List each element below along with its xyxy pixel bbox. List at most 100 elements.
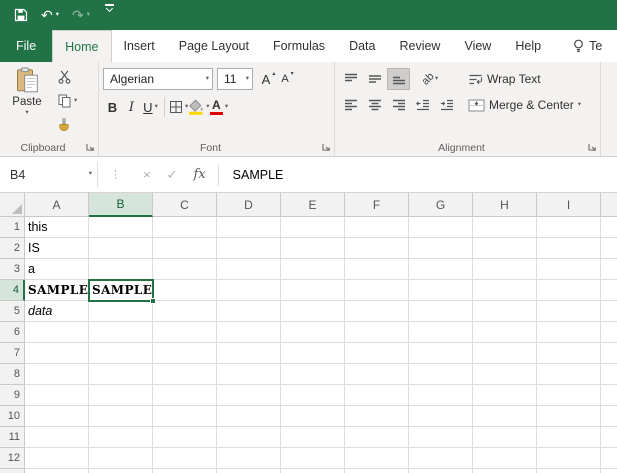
cell-J12[interactable] xyxy=(601,448,617,469)
wrap-text-button[interactable]: Wrap Text xyxy=(465,72,544,86)
cell-B11[interactable] xyxy=(89,427,153,448)
tab-view[interactable]: View xyxy=(452,30,503,62)
customize-quick-access-button[interactable] xyxy=(99,4,120,26)
cell-G11[interactable] xyxy=(409,427,473,448)
align-left-button[interactable] xyxy=(339,94,362,116)
save-button[interactable] xyxy=(10,4,32,26)
cell-D12[interactable] xyxy=(217,448,281,469)
cell-J4[interactable] xyxy=(601,280,617,301)
cell-A5[interactable]: data xyxy=(25,301,89,322)
select-all-button[interactable] xyxy=(0,193,25,217)
cell-F5[interactable] xyxy=(345,301,409,322)
cell-G13[interactable] xyxy=(409,469,473,473)
row-header-8[interactable]: 8 xyxy=(0,364,25,385)
cell-B4[interactable]: SAMPLE xyxy=(89,280,153,301)
cell-J9[interactable] xyxy=(601,385,617,406)
cell-A8[interactable] xyxy=(25,364,89,385)
cell-J11[interactable] xyxy=(601,427,617,448)
cell-A12[interactable] xyxy=(25,448,89,469)
cell-J8[interactable] xyxy=(601,364,617,385)
paste-button[interactable]: Paste ▾ xyxy=(4,65,50,137)
cell-A4[interactable]: SAMPLE xyxy=(25,280,89,301)
undo-button[interactable]: ↶ ▾ xyxy=(37,4,63,26)
cell-I4[interactable] xyxy=(537,280,601,301)
cell-D1[interactable] xyxy=(217,217,281,238)
cell-B6[interactable] xyxy=(89,322,153,343)
column-header-A[interactable]: A xyxy=(25,193,89,217)
cell-C1[interactable] xyxy=(153,217,217,238)
increase-font-size-button[interactable]: A ▴ xyxy=(259,68,278,90)
tab-help[interactable]: Help xyxy=(503,30,553,62)
cell-I12[interactable] xyxy=(537,448,601,469)
name-box[interactable]: B4 ▾ xyxy=(0,161,98,188)
cell-F3[interactable] xyxy=(345,259,409,280)
cell-E8[interactable] xyxy=(281,364,345,385)
cell-H3[interactable] xyxy=(473,259,537,280)
cell-E13[interactable] xyxy=(281,469,345,473)
dropdown-icon[interactable]: ▾ xyxy=(243,75,249,83)
cell-H5[interactable] xyxy=(473,301,537,322)
cell-A13[interactable] xyxy=(25,469,89,473)
bottom-align-button[interactable] xyxy=(387,68,410,90)
cell-H6[interactable] xyxy=(473,322,537,343)
cell-E12[interactable] xyxy=(281,448,345,469)
cell-I9[interactable] xyxy=(537,385,601,406)
formula-input[interactable]: SAMPLE xyxy=(223,168,284,182)
cell-F6[interactable] xyxy=(345,322,409,343)
cell-B13[interactable] xyxy=(89,469,153,473)
cell-G9[interactable] xyxy=(409,385,473,406)
format-painter-button[interactable] xyxy=(55,113,80,137)
cell-C13[interactable] xyxy=(153,469,217,473)
column-header-G[interactable]: G xyxy=(409,193,473,217)
middle-align-button[interactable] xyxy=(363,68,386,90)
row-header-6[interactable]: 6 xyxy=(0,322,25,343)
column-header-H[interactable]: H xyxy=(473,193,537,217)
cell-C12[interactable] xyxy=(153,448,217,469)
dropdown-icon[interactable]: ▾ xyxy=(25,109,28,117)
cell-F7[interactable] xyxy=(345,343,409,364)
cell-C3[interactable] xyxy=(153,259,217,280)
tab-home[interactable]: Home xyxy=(52,30,112,62)
font-size-combo[interactable]: 11 ▾ xyxy=(217,68,253,90)
cell-C8[interactable] xyxy=(153,364,217,385)
cell-D3[interactable] xyxy=(217,259,281,280)
cell-H11[interactable] xyxy=(473,427,537,448)
borders-button[interactable]: ▾ xyxy=(169,96,188,118)
cell-F2[interactable] xyxy=(345,238,409,259)
row-header-10[interactable]: 10 xyxy=(0,406,25,427)
row-header-2[interactable]: 2 xyxy=(0,238,25,259)
cell-G4[interactable] xyxy=(409,280,473,301)
cell-H1[interactable] xyxy=(473,217,537,238)
cell-G2[interactable] xyxy=(409,238,473,259)
bold-button[interactable]: B xyxy=(103,96,122,118)
decrease-font-size-button[interactable]: A ▾ xyxy=(278,68,297,90)
dropdown-icon[interactable]: ▾ xyxy=(87,11,90,19)
cell-A2[interactable]: IS xyxy=(25,238,89,259)
dropdown-icon[interactable]: ▾ xyxy=(74,97,77,105)
merge-center-button[interactable]: Merge & Center ▾ xyxy=(465,98,584,112)
fill-handle[interactable] xyxy=(150,298,156,304)
font-color-button[interactable]: A ▾ xyxy=(209,96,229,118)
cell-B3[interactable] xyxy=(89,259,153,280)
cell-F1[interactable] xyxy=(345,217,409,238)
cell-A7[interactable] xyxy=(25,343,89,364)
cell-D2[interactable] xyxy=(217,238,281,259)
row-header-4[interactable]: 4 xyxy=(0,280,25,301)
font-dialog-launcher[interactable] xyxy=(321,142,331,152)
cell-D13[interactable] xyxy=(217,469,281,473)
cell-A9[interactable] xyxy=(25,385,89,406)
cell-C11[interactable] xyxy=(153,427,217,448)
cell-E11[interactable] xyxy=(281,427,345,448)
cell-F10[interactable] xyxy=(345,406,409,427)
cell-F9[interactable] xyxy=(345,385,409,406)
cell-B9[interactable] xyxy=(89,385,153,406)
cell-D5[interactable] xyxy=(217,301,281,322)
cell-D4[interactable] xyxy=(217,280,281,301)
copy-button[interactable]: ▾ xyxy=(55,89,80,113)
tab-insert[interactable]: Insert xyxy=(112,30,167,62)
redo-button[interactable]: ↷ ▾ xyxy=(68,4,94,26)
cell-E9[interactable] xyxy=(281,385,345,406)
increase-indent-button[interactable] xyxy=(435,94,458,116)
cell-F12[interactable] xyxy=(345,448,409,469)
cell-G10[interactable] xyxy=(409,406,473,427)
